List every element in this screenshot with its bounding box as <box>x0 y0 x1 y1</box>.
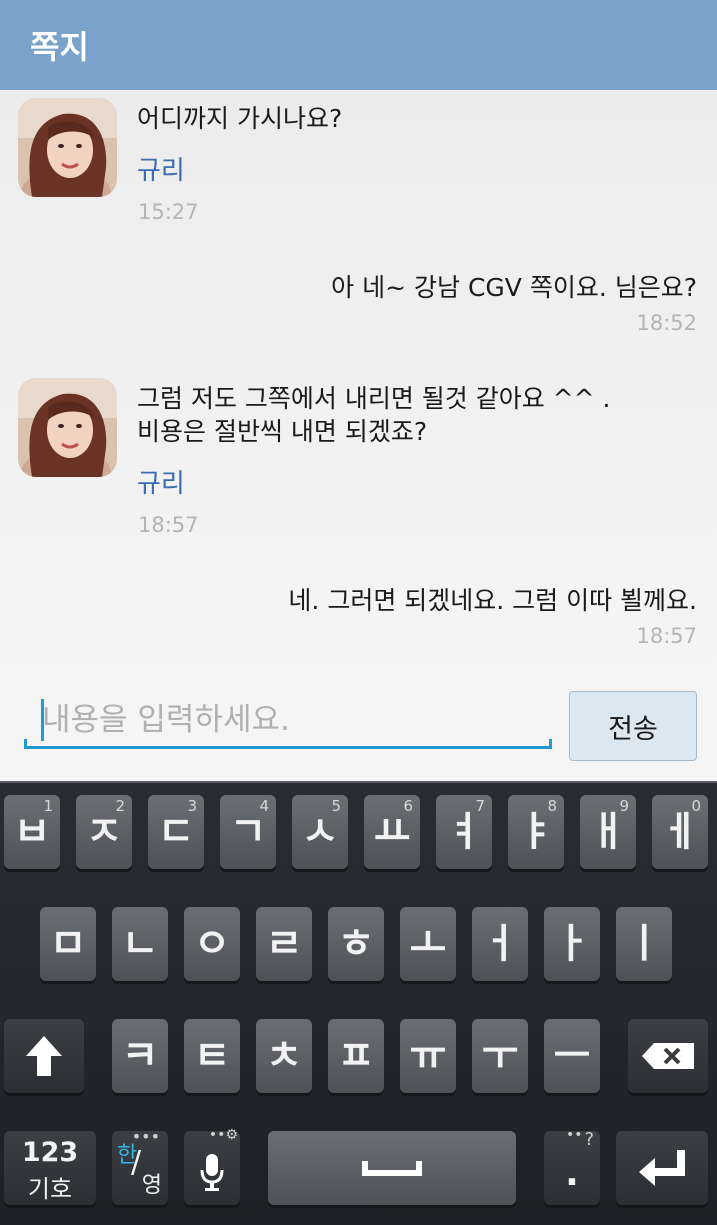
key-ae[interactable]: 9ㅐ <box>580 795 636 869</box>
key-yeo[interactable]: 7ㅕ <box>436 795 492 869</box>
key-label: ㅌ <box>193 1033 231 1079</box>
key-label: ㅔ <box>661 809 699 855</box>
key-yo[interactable]: 6ㅛ <box>364 795 420 869</box>
avatar[interactable] <box>18 98 117 197</box>
keyboard: 1ㅂ 2ㅈ 3ㄷ 4ㄱ 5ㅅ 6ㅛ 7ㅕ 8ㅑ 9ㅐ 0ㅔ ㅁ ㄴ ㅇ ㄹ ㅎ … <box>0 781 717 1225</box>
key-m[interactable]: ㅁ <box>40 907 96 981</box>
key-t[interactable]: ㅌ <box>184 1019 240 1093</box>
settings-dots-icon: ••⚙ <box>208 1127 238 1143</box>
key-ch[interactable]: ㅊ <box>256 1019 312 1093</box>
page-title: 쪽지 <box>30 28 89 66</box>
key-o[interactable]: ㅗ <box>400 907 456 981</box>
shift-key[interactable] <box>4 1019 84 1093</box>
period-key-hint: ? <box>584 1129 594 1150</box>
message-text: 아 네~ 강남 CGV 쪽이요. 님은요? <box>331 273 697 302</box>
key-g[interactable]: 4ㄱ <box>220 795 276 869</box>
key-s[interactable]: 5ㅅ <box>292 795 348 869</box>
key-e[interactable]: 0ㅔ <box>652 795 708 869</box>
language-key[interactable]: ••• 한 / 영 <box>112 1127 168 1205</box>
key-label: ㅐ <box>589 809 627 855</box>
key-n[interactable]: ㄴ <box>112 907 168 981</box>
key-j[interactable]: 2ㅈ <box>76 795 132 869</box>
key-eo[interactable]: ㅓ <box>472 907 528 981</box>
message-text: 어디까지 가시나요? <box>137 104 343 133</box>
period-key-label: . <box>565 1153 579 1194</box>
key-label: ㅅ <box>301 809 339 855</box>
key-label: ㅓ <box>481 921 519 967</box>
key-a[interactable]: ㅏ <box>544 907 600 981</box>
symbols-key[interactable]: 123 기호 <box>4 1131 96 1205</box>
key-p[interactable]: ㅍ <box>328 1019 384 1093</box>
sender-name[interactable]: 규리 <box>137 150 185 187</box>
lang-key-english: 영 <box>141 1173 162 1198</box>
key-label: ㅎ <box>337 921 375 967</box>
period-key[interactable]: •• ? . <box>544 1127 600 1205</box>
key-i[interactable]: ㅣ <box>616 907 672 981</box>
message-text-line: 비용은 절반씩 내면 되겠죠? <box>137 417 428 446</box>
send-button[interactable]: 전송 <box>569 691 697 761</box>
key-label: ㅁ <box>49 921 87 967</box>
key-label: ㅈ <box>85 809 123 855</box>
key-label: ㄱ <box>229 809 267 855</box>
message-time: 15:27 <box>138 200 199 224</box>
key-label: ㅗ <box>409 921 447 967</box>
key-ya[interactable]: 8ㅑ <box>508 795 564 869</box>
key-label: ㅜ <box>481 1033 519 1079</box>
key-label: ㅂ <box>13 809 51 855</box>
app-bar: 쪽지 <box>0 0 717 90</box>
symbols-key-line1: 123 <box>21 1137 79 1168</box>
space-key[interactable] <box>268 1131 516 1205</box>
key-label: ㅑ <box>517 809 555 855</box>
backspace-key[interactable] <box>628 1019 708 1093</box>
shift-arrow-icon <box>26 1036 62 1076</box>
message-input[interactable] <box>42 695 542 745</box>
message-text-line: 그럼 저도 그쪽에서 내리면 될것 같아요 ^^ . <box>137 384 611 413</box>
voice-input-key[interactable]: ••⚙ <box>184 1127 240 1205</box>
key-r[interactable]: ㄹ <box>256 907 312 981</box>
key-label: ㄹ <box>265 921 303 967</box>
key-k[interactable]: ㅋ <box>112 1019 168 1093</box>
key-h[interactable]: ㅎ <box>328 907 384 981</box>
key-label: ㅋ <box>121 1033 159 1079</box>
message-time: 18:52 <box>636 311 697 335</box>
composer: 전송 <box>0 680 717 781</box>
message-list[interactable]: 어디까지 가시나요? 규리 15:27 아 네~ 강남 CGV 쪽이요. 님은요… <box>0 90 717 690</box>
microphone-icon <box>200 1153 224 1191</box>
enter-return-icon <box>639 1150 685 1186</box>
key-label: ㅍ <box>337 1033 375 1079</box>
key-ng[interactable]: ㅇ <box>184 907 240 981</box>
key-u[interactable]: ㅜ <box>472 1019 528 1093</box>
key-d[interactable]: 3ㄷ <box>148 795 204 869</box>
avatar[interactable] <box>18 378 117 477</box>
key-yu[interactable]: ㅠ <box>400 1019 456 1093</box>
key-label: ㅕ <box>445 809 483 855</box>
message-time: 18:57 <box>636 624 697 648</box>
symbols-key-line2: 기호 <box>27 1175 73 1203</box>
key-label: ㄷ <box>157 809 195 855</box>
key-b[interactable]: 1ㅂ <box>4 795 60 869</box>
message-input-wrapper[interactable] <box>24 695 552 749</box>
key-label: ㅊ <box>265 1033 303 1079</box>
space-bar-icon <box>362 1161 422 1176</box>
enter-key[interactable] <box>616 1131 708 1205</box>
key-eu[interactable]: ㅡ <box>544 1019 600 1093</box>
key-label: ㅏ <box>553 921 591 967</box>
key-label: ㅡ <box>553 1033 591 1079</box>
dots-icon: •• <box>566 1127 583 1143</box>
slash-icon: / <box>131 1145 142 1180</box>
message-text: 네. 그러면 되겠네요. 그럼 이따 뵐께요. <box>288 586 697 615</box>
backspace-icon <box>642 1043 694 1069</box>
key-label: ㅠ <box>409 1033 447 1079</box>
sender-name[interactable]: 규리 <box>137 463 185 500</box>
key-label: ㅛ <box>373 809 411 855</box>
key-label: ㅇ <box>193 921 231 967</box>
message-time: 18:57 <box>138 513 199 537</box>
key-label: ㅣ <box>625 921 663 967</box>
key-label: ㄴ <box>121 921 159 967</box>
